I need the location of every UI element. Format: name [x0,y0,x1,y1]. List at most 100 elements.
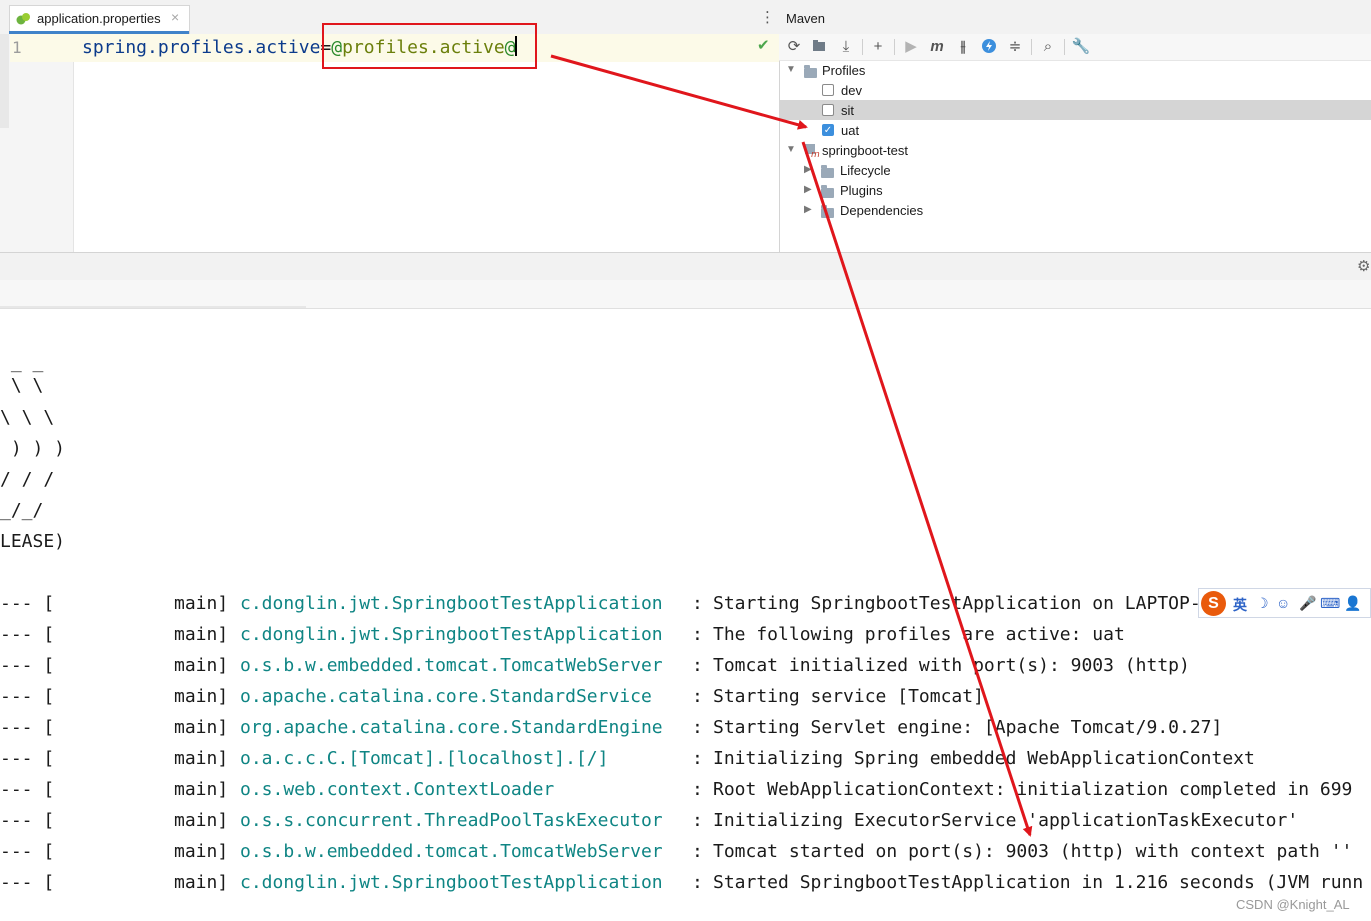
toolbar-separator [894,39,895,55]
profile-row-dev[interactable]: dev [779,80,1371,100]
log-colon: : [692,841,703,862]
toolbar-separator [1031,39,1032,55]
log-logger: c.donglin.jwt.SpringbootTestApplication [240,593,663,614]
reload-icon[interactable]: ⟳ [783,36,805,58]
dependencies-label: Dependencies [840,203,924,218]
svg-text:m: m [811,150,820,158]
tree-row-lifecycle[interactable]: ▶ Lifecycle [779,160,1371,180]
download-icon[interactable]: ⤓ [835,36,857,58]
gutter-marker-strip [0,34,9,128]
log-separator: --- [ [0,748,55,769]
profile-checkbox-uat[interactable]: ✓ [822,124,834,136]
run-icon[interactable]: ▶ [900,36,922,58]
log-thread: main] [174,655,229,676]
watermark: CSDN @Knight_AL [1236,897,1350,912]
log-thread: main] [174,779,229,800]
banner-line: _ _ [0,352,44,373]
log-colon: : [692,810,703,831]
profile-row-uat[interactable]: ✓ uat [779,120,1371,140]
settings-wrench-icon[interactable]: 🔧 [1070,36,1092,58]
log-line: --- [main] c.donglin.jwt.SpringbootTestAp… [0,594,1371,618]
toggle-offline-icon[interactable]: ⫲ [952,36,974,58]
profiles-label: Profiles [822,63,866,78]
log-line: --- [main] o.apache.catalina.core.Standar… [0,687,1371,711]
log-separator: --- [ [0,779,55,800]
lifecycle-label: Lifecycle [840,163,891,178]
log-separator: --- [ [0,624,55,645]
ime-language-toggle[interactable]: 英 [1233,595,1247,615]
log-message: Initializing ExecutorService 'applicatio… [713,810,1299,831]
profile-row-sit[interactable]: sit [779,100,1371,120]
log-colon: : [692,872,703,893]
log-message: Starting SpringbootTestApplication on LA… [713,593,1201,614]
add-icon[interactable]: + [867,36,889,58]
log-thread: main] [174,717,229,738]
log-thread: main] [174,748,229,769]
project-label: springboot-test [822,143,908,158]
maven-project-icon: m [805,144,820,158]
moon-icon[interactable]: ☽ [1256,595,1269,612]
maven-title: Maven [786,11,826,26]
tree-row-project[interactable]: ▼ m springboot-test [779,140,1371,160]
gear-icon[interactable]: ⚙ [1357,257,1370,275]
profile-label-dev: dev [841,83,862,98]
show-dependencies-icon[interactable]: ⌕ [1037,36,1059,58]
log-colon: : [692,686,703,707]
banner-line: \ \ \ [0,407,55,428]
collapse-icon[interactable]: ≑ [1004,36,1026,58]
profile-checkbox-dev[interactable] [822,84,834,96]
log-logger: o.s.b.w.embedded.tomcat.TomcatWebServer [240,841,663,862]
log-colon: : [692,624,703,645]
log-colon: : [692,779,703,800]
emoji-icon[interactable]: ☺ [1276,595,1290,611]
log-line: --- [main] o.a.c.c.C.[Tomcat].[localhost]… [0,749,1371,773]
log-line: --- [ main] c.donglin.jwt.SpringbootTestAp… [0,873,1371,897]
toolbar-separator [862,39,863,55]
folder-gear-icon [821,165,834,178]
banner-line: / / / [0,469,55,490]
chevron-right-icon[interactable]: ▶ [804,164,812,175]
user-icon[interactable]: 👤 [1344,595,1361,612]
log-line: --- [main] o.s.web.context.ContextLoader:… [0,780,1371,804]
log-message: The following profiles are active: uat [713,624,1125,645]
chevron-down-icon[interactable]: ▼ [786,64,796,75]
log-separator: --- [ [0,872,55,893]
tree-row-dependencies[interactable]: ▶ Dependencies [779,200,1371,220]
profile-checkbox-sit[interactable] [822,104,834,116]
folder-gear-icon [821,185,834,198]
more-options-icon[interactable]: ⋮ [760,10,775,25]
log-separator: --- [ [0,841,55,862]
reimport-folder-icon[interactable] [809,36,831,58]
log-message: Tomcat started on port(s): 9003 (http) w… [713,841,1353,862]
log-separator: --- [ [0,686,55,707]
sogou-logo-icon[interactable]: S [1201,591,1226,616]
banner-line: \ \ [0,375,44,396]
chevron-right-icon[interactable]: ▶ [804,204,812,215]
close-icon[interactable]: × [171,9,179,25]
chevron-down-icon[interactable]: ▼ [786,144,796,155]
tree-row-profiles[interactable]: ▼ Profiles [779,60,1371,80]
log-message: Initializing Spring embedded WebApplicat… [713,748,1255,769]
profile-label-uat: uat [841,123,860,138]
log-message: Started SpringbootTestApplication in 1.2… [713,872,1364,893]
tree-row-plugins[interactable]: ▶ Plugins [779,180,1371,200]
log-logger: org.apache.catalina.core.StandardEngine [240,717,663,738]
log-message: Tomcat initialized with port(s): 9003 (h… [713,655,1190,676]
lightning-icon[interactable] [978,36,1000,58]
chevron-right-icon[interactable]: ▶ [804,184,812,195]
log-logger: o.s.s.concurrent.ThreadPoolTaskExecutor [240,810,663,831]
log-logger: c.donglin.jwt.SpringbootTestApplication [240,872,663,893]
log-thread: main] [174,872,229,893]
plugins-label: Plugins [840,183,883,198]
log-thread: main] [174,686,229,707]
log-line: --- [main] o.s.b.w.embedded.tomcat.Tomcat… [0,842,1371,866]
banner-line: LEASE) [0,531,66,552]
log-thread: main] [174,624,229,645]
log-separator: --- [ [0,593,55,614]
inspection-ok-icon: ✔ [757,37,770,54]
maven-goal-icon[interactable]: m [926,36,948,58]
log-colon: : [692,748,703,769]
keyboard-icon[interactable]: ⌨ [1320,595,1340,612]
banner-line: ) ) ) [0,438,66,459]
mic-icon[interactable]: 🎤 [1299,595,1316,612]
